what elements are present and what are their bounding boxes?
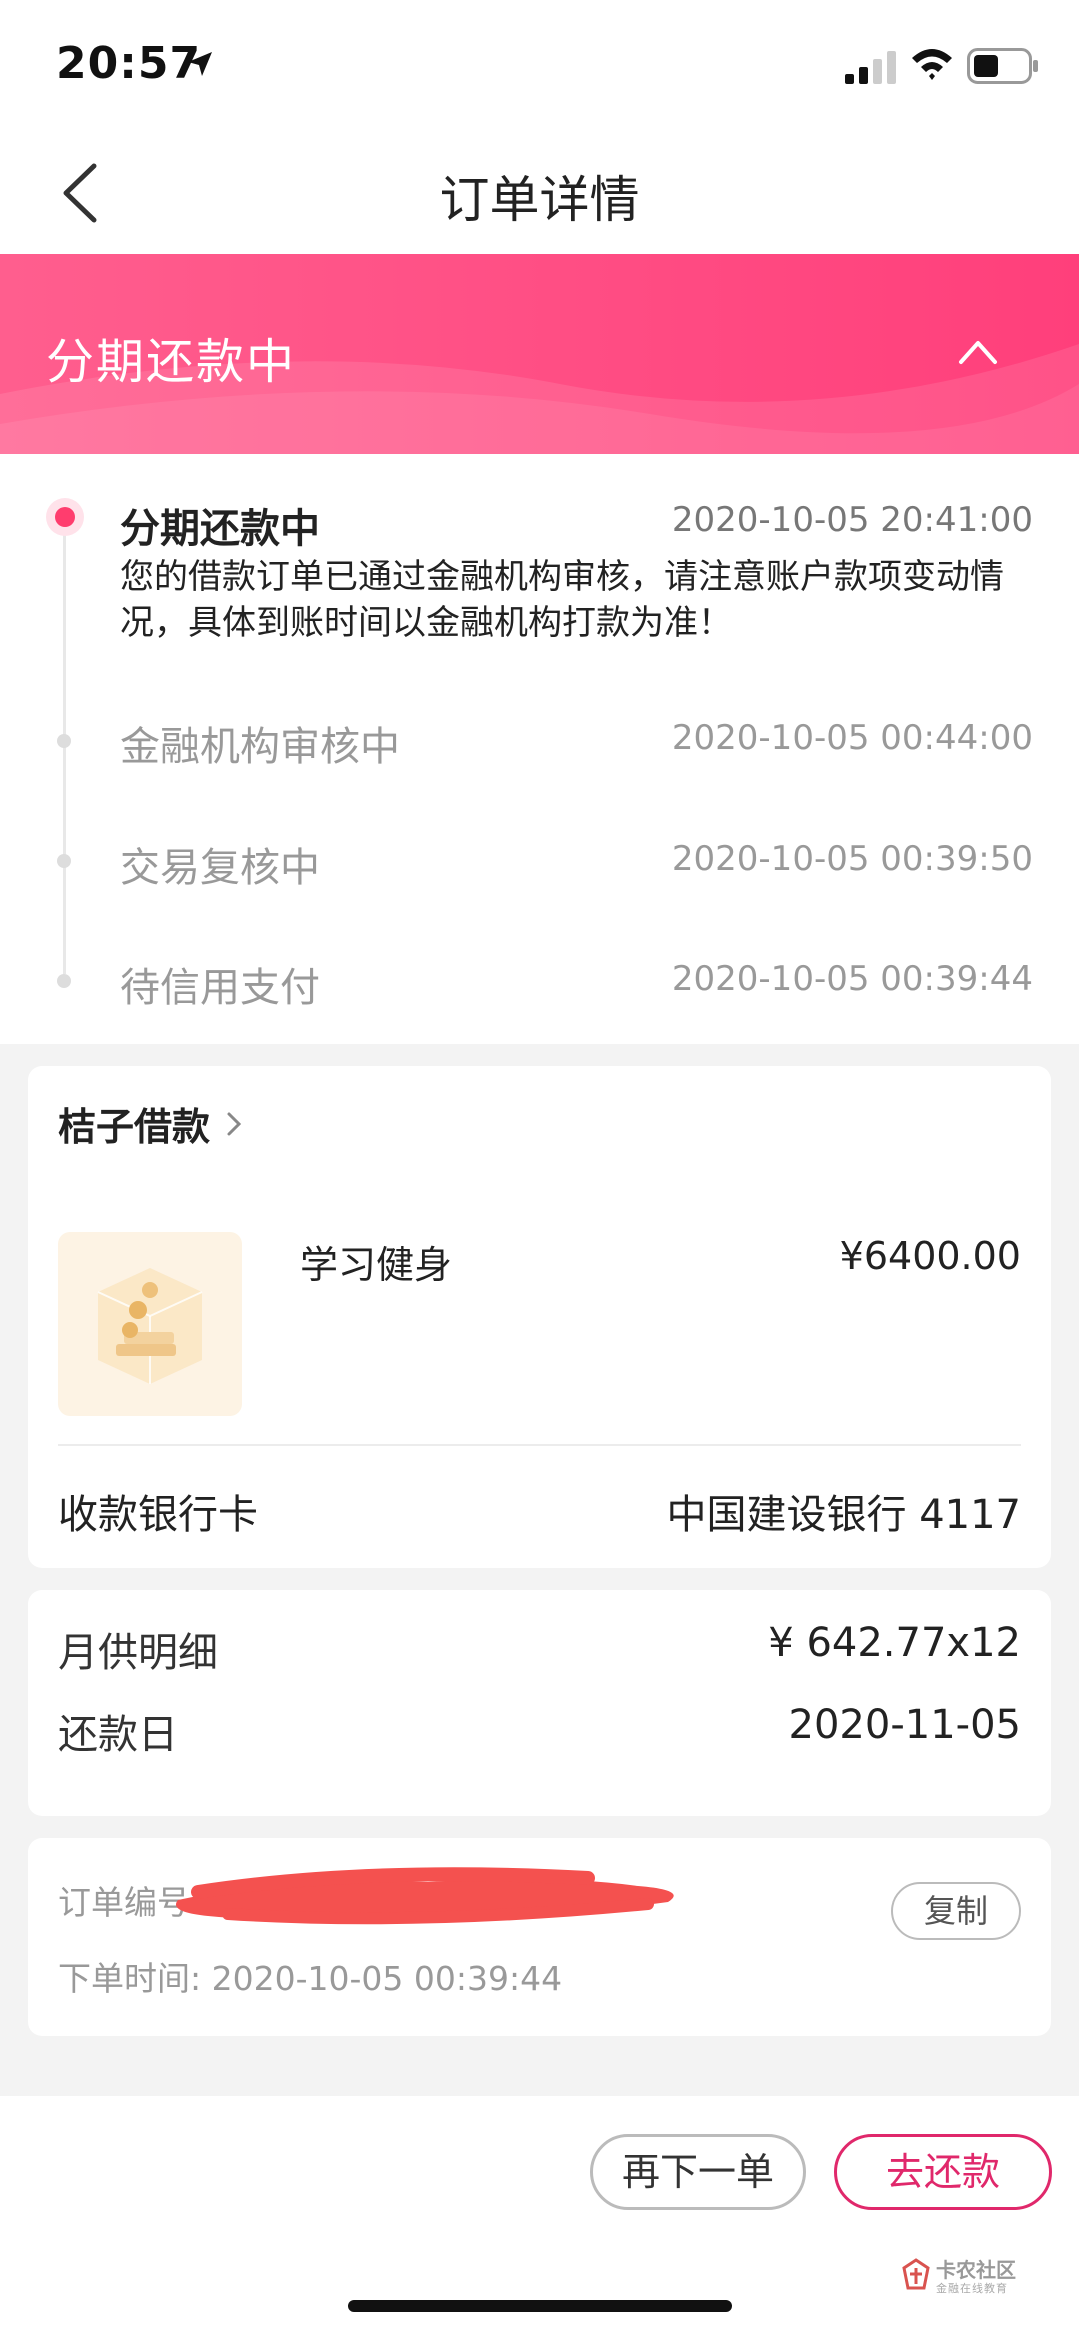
due-date-value: 2020-11-05 xyxy=(788,1702,1021,1748)
divider xyxy=(58,1444,1021,1446)
bank-card-label: 收款银行卡 xyxy=(58,1492,258,1538)
status-time: 20:57 xyxy=(56,38,202,89)
timeline-dot xyxy=(57,854,71,868)
location-arrow-icon xyxy=(188,52,212,76)
banner-title: 分期还款中 xyxy=(46,334,297,390)
timeline-time: 2020-10-05 00:39:44 xyxy=(671,959,1033,999)
timeline-active-dot xyxy=(46,498,84,536)
timeline-time: 2020-10-05 00:44:00 xyxy=(671,718,1033,758)
redaction-scribble xyxy=(176,1867,674,1925)
order-time: 下单时间: 2020-10-05 00:39:44 xyxy=(58,1959,563,1998)
chevron-right-icon[interactable] xyxy=(224,1110,244,1138)
wifi-icon xyxy=(912,49,952,80)
timeline-description: 您的借款订单已通过金融机构审核，请注意账户款项变动情况，具体到账时间以金融机构打… xyxy=(120,557,1004,643)
watermark: 卡农社区 金融在线教育 xyxy=(900,2254,1030,2304)
product-thumbnail xyxy=(58,1232,242,1416)
monthly-payment-value: ¥ 642.77x12 xyxy=(768,1620,1021,1666)
due-date-label: 还款日 xyxy=(58,1712,178,1758)
bank-card-value: 中国建设银行 4117 xyxy=(666,1492,1021,1538)
reorder-button[interactable]: 再下一单 xyxy=(590,2134,806,2210)
coin-box-icon xyxy=(97,1268,203,1384)
battery-icon xyxy=(967,48,1038,84)
watermark-text: 卡农社区 xyxy=(936,2258,1016,2282)
timeline-dot xyxy=(57,734,71,748)
product-name: 学习健身 xyxy=(300,1243,453,1287)
lender-name-link[interactable]: 桔子借款 xyxy=(58,1096,210,1151)
status-banner: 分期还款中 xyxy=(0,254,1079,454)
timeline-time: 2020-10-05 00:39:50 xyxy=(671,839,1033,879)
navigation-bar: 订单详情 xyxy=(0,130,1079,254)
loan-amount: ¥6400.00 xyxy=(839,1234,1021,1278)
chevron-up-icon[interactable] xyxy=(955,334,1001,368)
timeline-dot xyxy=(57,974,71,988)
timeline-status: 待信用支付 xyxy=(120,965,320,1011)
timeline-status: 交易复核中 xyxy=(120,845,320,891)
timeline-status: 分期还款中 xyxy=(120,506,320,552)
monthly-payment-label: 月供明细 xyxy=(58,1630,218,1676)
home-indicator[interactable] xyxy=(348,2300,732,2312)
page-title: 订单详情 xyxy=(439,171,640,229)
repay-button[interactable]: 去还款 xyxy=(834,2134,1052,2210)
status-bar: 20:57 xyxy=(0,0,1079,130)
repayment-card: 月供明细 ¥ 642.77x12 还款日 2020-11-05 xyxy=(28,1590,1051,1816)
timeline-line xyxy=(63,534,66,974)
watermark-logo-icon xyxy=(902,2258,930,2290)
signal-icon xyxy=(845,51,896,84)
watermark-subtext: 金融在线教育 xyxy=(936,2282,1008,2295)
order-timeline: 分期还款中 2020-10-05 20:41:00 您的借款订单已通过金融机构审… xyxy=(0,454,1079,1044)
loan-product-card: 桔子借款 学习健身 ¥6400.00 收款银行卡 中国建设银行 4117 xyxy=(28,1066,1051,1568)
timeline-status: 金融机构审核中 xyxy=(120,724,400,770)
order-info-card: 订单编号: 复制 下单时间: 2020-10-05 00:39:44 xyxy=(28,1838,1051,2036)
timeline-time: 2020-10-05 20:41:00 xyxy=(671,500,1033,540)
copy-button[interactable]: 复制 xyxy=(891,1882,1021,1940)
